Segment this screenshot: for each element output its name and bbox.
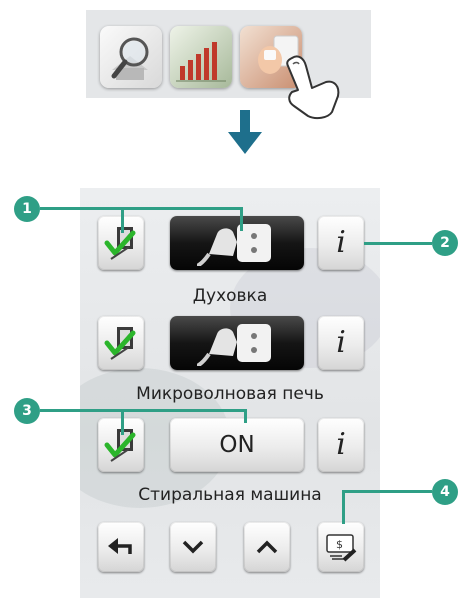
info-button[interactable]: i xyxy=(318,216,364,270)
info-icon: i xyxy=(336,427,346,462)
toggle-control-button[interactable] xyxy=(98,316,144,370)
callout-4-line xyxy=(342,490,432,493)
callout-2: 2 xyxy=(432,230,458,256)
callout-2-line xyxy=(364,242,432,245)
callout-1-line xyxy=(121,207,124,233)
arrow-down-icon xyxy=(228,110,262,154)
info-icon: i xyxy=(336,325,346,360)
device-name-washer: Стиральная машина xyxy=(138,485,322,505)
callout-1: 1 xyxy=(14,196,40,222)
back-button[interactable] xyxy=(98,522,144,572)
plug-socket-icon xyxy=(197,324,271,366)
plug-socket-icon xyxy=(197,224,271,266)
chart-icon xyxy=(176,42,226,82)
callout-3: 3 xyxy=(14,398,40,424)
plug-status-button[interactable] xyxy=(170,216,304,270)
finger-tap-icon xyxy=(286,55,340,120)
callout-3-line xyxy=(244,409,247,423)
chevron-down-icon xyxy=(182,540,204,554)
device-control-check-icon xyxy=(104,327,136,360)
device-name-microwave: Микроволновая печь xyxy=(136,384,324,404)
info-icon: i xyxy=(336,225,346,260)
costs-button[interactable]: $ xyxy=(318,522,364,572)
callout-1-line xyxy=(240,207,243,231)
callout-1-line xyxy=(40,207,242,210)
on-label: ON xyxy=(219,432,255,458)
magnifier-house-icon xyxy=(111,37,149,80)
on-state-button[interactable]: ON xyxy=(170,418,304,472)
plug-status-button[interactable] xyxy=(170,316,304,370)
scroll-down-button[interactable] xyxy=(170,522,216,572)
costs-icon: $ xyxy=(326,534,357,562)
thumb-consumption-chart[interactable] xyxy=(170,26,232,88)
device-name-oven: Духовка xyxy=(192,286,268,306)
callout-3-line xyxy=(40,409,246,412)
callout-3-line xyxy=(121,409,124,435)
scroll-up-button[interactable] xyxy=(244,522,290,572)
chevron-up-icon xyxy=(256,540,278,554)
info-button[interactable]: i xyxy=(318,316,364,370)
svg-text:$: $ xyxy=(336,538,343,551)
info-button[interactable]: i xyxy=(318,418,364,472)
back-icon xyxy=(108,538,132,554)
callout-4: 4 xyxy=(432,479,458,505)
thumb-energy-overview[interactable] xyxy=(100,26,162,88)
callout-4-line xyxy=(342,490,345,524)
